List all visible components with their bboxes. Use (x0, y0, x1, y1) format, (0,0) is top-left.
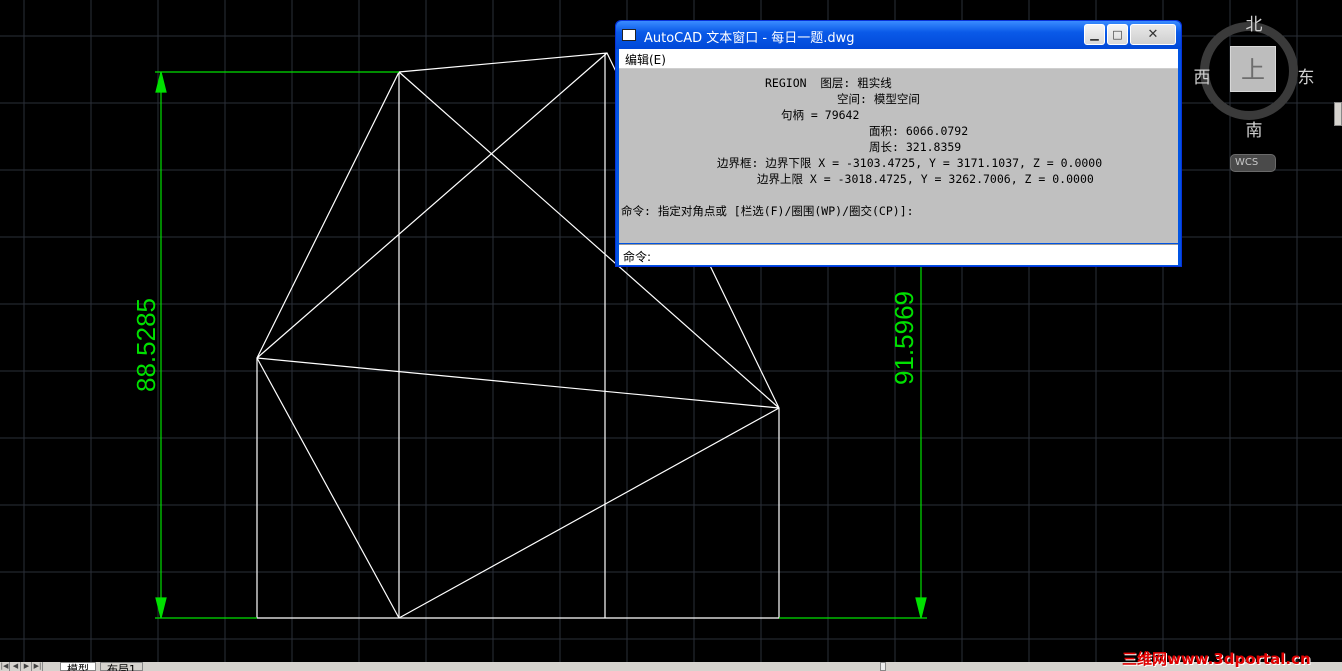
last-tab-button[interactable]: ▶| (33, 662, 43, 671)
menu-edit[interactable]: 编辑(E) (625, 51, 666, 68)
history-line: 面积: 6066.0792 (869, 124, 969, 138)
command-input[interactable]: 命令: (619, 244, 1178, 265)
text-window-icon[interactable] (622, 29, 636, 41)
minimize-icon: ▁ (1090, 28, 1099, 41)
minimize-button[interactable]: ▁ (1084, 24, 1105, 45)
command-history[interactable]: REGION 图层: 粗实线 空间: 模型空间 句柄 = 79642 面积: 6… (619, 69, 1178, 243)
first-tab-button[interactable]: |◀ (0, 662, 10, 671)
history-line: 句柄 = 79642 (781, 108, 860, 122)
history-line: 边界上限 X = -3018.4725, Y = 3262.7006, Z = … (757, 172, 1094, 186)
tab-layout1[interactable]: 布局1 (100, 662, 143, 671)
text-window-menubar: 编辑(E) (619, 49, 1178, 69)
horizontal-scrollbar-thumb[interactable] (880, 662, 886, 671)
last-icon: ▶| (33, 662, 42, 670)
text-window-title: AutoCAD 文本窗口 - 每日一题.dwg (644, 31, 855, 46)
watermark: 三维网www.3dportal.cn (1122, 650, 1311, 668)
maximize-button[interactable]: □ (1107, 24, 1128, 45)
history-line: REGION 图层: 粗实线 (765, 76, 892, 90)
close-icon: ✕ (1147, 27, 1159, 42)
dim-right-value[interactable]: 91.5969 (889, 291, 919, 385)
command-prompt: 命令: (623, 250, 652, 264)
prev-icon: ◀ (12, 662, 19, 670)
diagonal-line-2[interactable] (256, 52, 608, 359)
diagonal-line-5[interactable] (398, 407, 780, 619)
next-icon: ▶ (23, 662, 30, 670)
compass-south[interactable]: 南 (1242, 116, 1266, 141)
history-line: 命令: 指定对角点或 [栏选(F)/圈围(WP)/圈交(CP)]: (621, 204, 914, 218)
dim-right-arrow-bottom (915, 597, 927, 619)
compass-north[interactable]: 北 (1242, 10, 1266, 35)
history-line: 边界框: 边界下限 X = -3103.4725, Y = 3171.1037,… (717, 156, 1103, 170)
compass-west[interactable]: 西 (1190, 63, 1214, 88)
tab-model[interactable]: 模型 (60, 662, 96, 671)
history-line: 空间: 模型空间 (837, 92, 920, 106)
viewcube[interactable]: 北 南 西 东 上 WCS (1192, 10, 1316, 180)
first-icon: |◀ (0, 662, 9, 670)
next-tab-button[interactable]: ▶ (22, 662, 32, 671)
vertical-scrollbar-thumb[interactable] (1334, 102, 1342, 126)
dim-left-value[interactable]: 88.5285 (131, 298, 161, 392)
history-line: 周长: 321.8359 (869, 140, 962, 154)
autocad-text-window[interactable]: AutoCAD 文本窗口 - 每日一题.dwg ▁ □ ✕ 编辑(E) REGI… (615, 20, 1182, 267)
wcs-menu-button[interactable]: WCS (1230, 154, 1276, 172)
viewcube-top-face[interactable]: 上 (1230, 46, 1276, 92)
compass-east[interactable]: 东 (1294, 63, 1318, 88)
prev-tab-button[interactable]: ◀ (11, 662, 21, 671)
close-button[interactable]: ✕ (1130, 24, 1176, 45)
diagonal-line-4[interactable] (256, 357, 400, 619)
text-window-titlebar[interactable]: AutoCAD 文本窗口 - 每日一题.dwg ▁ □ ✕ (616, 21, 1181, 49)
diagonal-line-1[interactable] (256, 357, 780, 409)
maximize-icon: □ (1112, 28, 1123, 41)
